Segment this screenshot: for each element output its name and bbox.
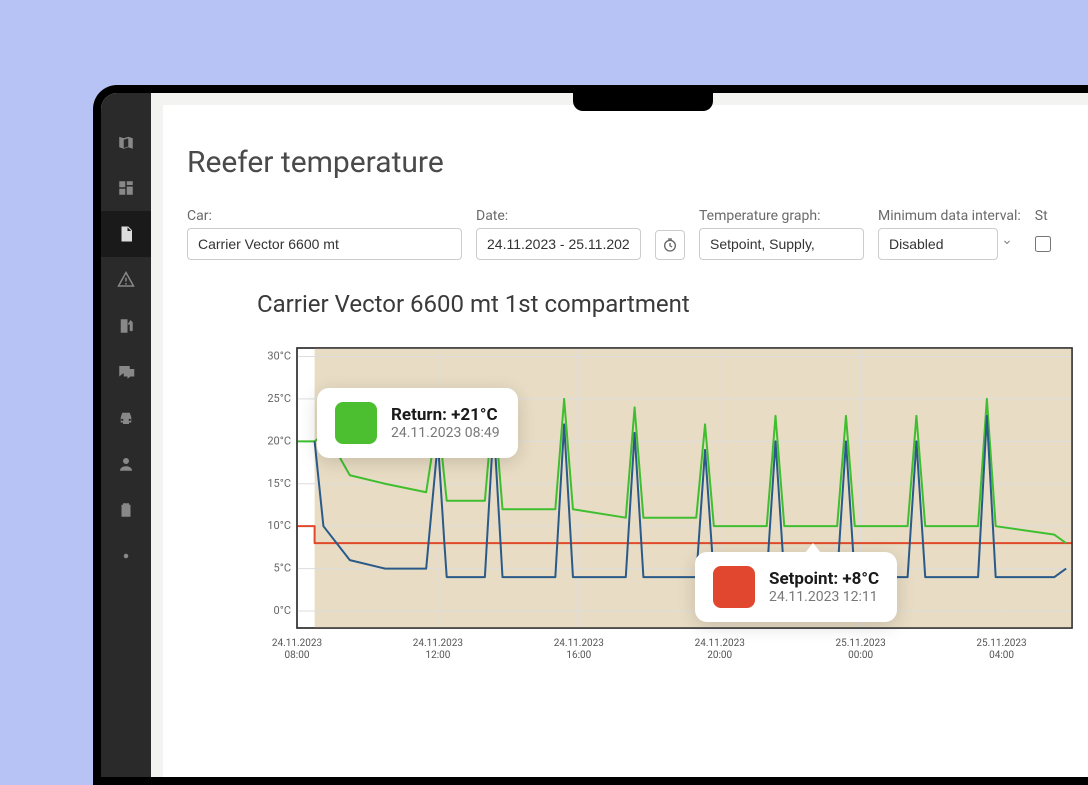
fuel-icon [117,317,135,335]
chart-container: 0°C5°C10°C15°C20°C25°C30°C24.11.202308:0… [257,338,1088,668]
min-interval-select[interactable]: Disabled [878,228,998,260]
svg-text:16:00: 16:00 [566,650,591,661]
user-icon [117,455,135,473]
sidebar-item-fuel[interactable] [101,303,151,349]
map-icon [117,133,135,151]
svg-text:24.11.2023: 24.11.2023 [554,638,604,649]
temp-graph-input[interactable] [699,228,864,260]
svg-text:15°C: 15°C [267,477,291,490]
svg-text:08:00: 08:00 [285,650,310,661]
laptop-notch [573,85,713,111]
page-title: Reefer temperature [187,145,1088,180]
laptop-frame: Reefer temperature Car: Date: Temperatur… [93,85,1088,785]
filter-st: St [1035,208,1051,260]
filter-interval-label: Minimum data interval: [878,208,1021,224]
sidebar-item-map[interactable] [101,119,151,165]
message-icon [117,363,135,381]
tooltip-setpoint: Setpoint: +8°C 24.11.2023 12:11 [695,552,897,622]
sidebar-item-messages[interactable] [101,349,151,395]
alert-icon [117,271,135,289]
filter-temp-graph: Temperature graph: [699,208,864,260]
filter-row: Car: Date: Temperature graph: Minimum da… [187,208,1088,260]
filter-date: Date: [476,208,641,260]
svg-text:20°C: 20°C [267,434,291,447]
sidebar-item-dashboard[interactable] [101,165,151,211]
svg-text:30°C: 30°C [267,349,291,362]
tooltip-return-time: 24.11.2023 08:49 [391,425,500,441]
svg-text:25.11.2023: 25.11.2023 [836,638,886,649]
svg-text:10°C: 10°C [267,519,291,532]
sidebar-item-settings[interactable] [101,533,151,579]
svg-text:24.11.2023: 24.11.2023 [272,638,322,649]
clock-icon [662,237,678,253]
sidebar-item-alerts[interactable] [101,257,151,303]
svg-text:04:00: 04:00 [989,650,1014,661]
car-input[interactable] [187,228,462,260]
document-icon [117,225,135,243]
date-input[interactable] [476,228,641,260]
chart-title: Carrier Vector 6600 mt 1st compartment [257,290,1088,318]
app-screen: Reefer temperature Car: Date: Temperatur… [101,93,1088,777]
gear-icon [117,547,135,565]
st-checkbox[interactable] [1035,236,1051,252]
tooltip-setpoint-time: 24.11.2023 12:11 [769,589,879,605]
svg-text:20:00: 20:00 [707,650,732,661]
tooltip-return-swatch [335,402,377,444]
svg-text:24.11.2023: 24.11.2023 [413,638,463,649]
filter-car-label: Car: [187,208,462,224]
svg-text:25.11.2023: 25.11.2023 [976,638,1026,649]
clipboard-icon [117,501,135,519]
clock-button[interactable] [655,230,685,260]
filter-tempg-label: Temperature graph: [699,208,864,224]
dashboard-icon [117,179,135,197]
tooltip-setpoint-label: Setpoint: +8°C [769,569,879,589]
sidebar [101,93,151,777]
sidebar-item-planning[interactable] [101,487,151,533]
svg-text:00:00: 00:00 [848,650,873,661]
filter-car: Car: [187,208,462,260]
filter-min-interval: Minimum data interval: Disabled [878,208,1021,260]
sidebar-item-reports[interactable] [101,211,151,257]
svg-text:25°C: 25°C [267,392,291,405]
svg-text:24.11.2023: 24.11.2023 [695,638,745,649]
sidebar-item-vehicles[interactable] [101,395,151,441]
chart-area: Carrier Vector 6600 mt 1st compartment 0… [187,290,1088,668]
svg-text:5°C: 5°C [274,562,291,575]
sidebar-item-users[interactable] [101,441,151,487]
main-content: Reefer temperature Car: Date: Temperatur… [163,105,1088,777]
tooltip-tail [805,543,821,553]
filter-date-label: Date: [476,208,641,224]
tooltip-return-label: Return: +21°C [391,405,500,425]
tooltip-setpoint-swatch [713,566,755,608]
filter-st-label: St [1035,208,1051,224]
svg-text:0°C: 0°C [274,604,291,617]
car-icon [117,409,135,427]
tooltip-return: Return: +21°C 24.11.2023 08:49 [317,388,518,458]
svg-text:12:00: 12:00 [425,650,450,661]
